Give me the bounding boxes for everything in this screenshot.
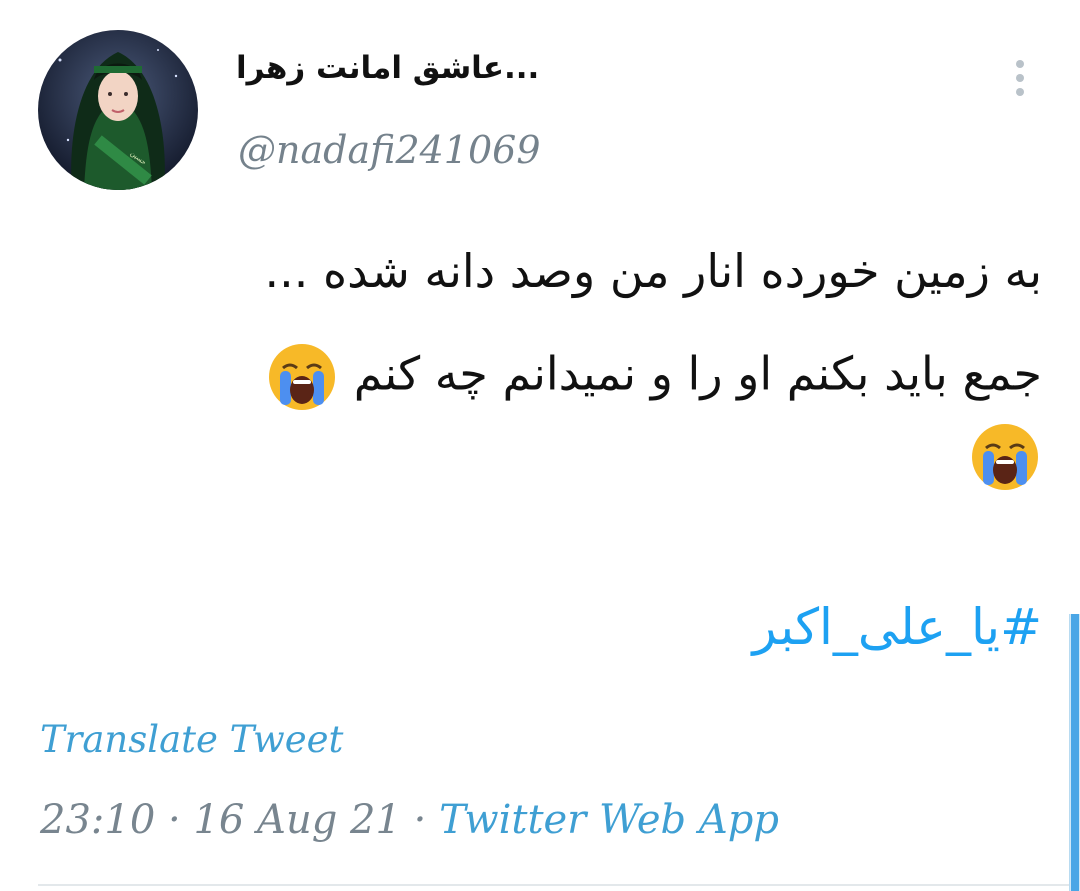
avatar[interactable]: حسین (38, 30, 198, 190)
meta-separator: · (413, 797, 427, 843)
hashtag-link[interactable]: #یا_علی_اکبر (753, 598, 1042, 656)
tweet-metadata: 23:10 · 16 Aug 21 · Twitter Web App (40, 797, 779, 843)
tweet-text-line: جمع باید بکنم او را و نمیدانم چه کنم (265, 340, 1042, 414)
tweet-text: به زمین خورده انار من وصد دانه شده ... (264, 244, 1042, 298)
more-vertical-icon[interactable] (1006, 56, 1036, 100)
meta-separator: · (168, 797, 181, 843)
scrollbar[interactable] (1069, 614, 1080, 891)
tweet-text-line: به زمین خورده انار من وصد دانه شده ... (265, 244, 1042, 298)
loudly-crying-face-icon (269, 344, 336, 410)
tweet-emoji-line (968, 420, 1042, 494)
divider (38, 884, 1080, 886)
tweet-date: 16 Aug 21 (193, 797, 401, 843)
scrollbar-thumb[interactable] (1071, 614, 1079, 891)
tweet-text: جمع باید بکنم او را و نمیدانم چه کنم (353, 346, 1042, 401)
user-handle[interactable]: @nadafi241069 (238, 128, 541, 172)
display-name[interactable]: عاشق امانت زهرا... (236, 50, 539, 86)
tweet-time: 23:10 (40, 797, 156, 843)
translate-tweet-link[interactable]: Translate Tweet (40, 718, 343, 761)
loudly-crying-face-icon (972, 424, 1038, 490)
tweet-source-link[interactable]: Twitter Web App (439, 797, 779, 843)
tweet-detail: حسین عاشق امانت زهرا... @nadafi241069 به… (0, 0, 1080, 891)
profile-avatar-image: حسین (38, 30, 198, 190)
